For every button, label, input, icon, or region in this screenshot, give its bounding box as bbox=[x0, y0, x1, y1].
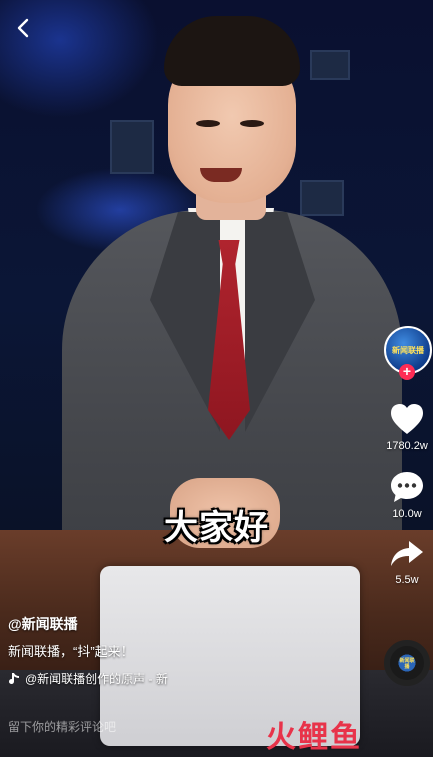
follow-button[interactable]: + bbox=[399, 364, 415, 380]
post-caption: 新闻联播，“抖”起来！ bbox=[8, 644, 134, 659]
anchor-eye bbox=[240, 120, 264, 127]
watermark-char: 鲤 bbox=[298, 720, 328, 755]
watermark-char: 鱼 bbox=[330, 720, 360, 755]
video-subtitle: 大家好 bbox=[164, 509, 269, 547]
music-info[interactable]: @新闻联播创作的原声 - 新 bbox=[8, 670, 168, 687]
watermark-logo: 火 鲤 鱼 bbox=[266, 712, 360, 756]
watermark-char: 火 bbox=[266, 720, 296, 755]
heart-icon bbox=[391, 404, 423, 434]
comment-input[interactable]: 留下你的精彩评论吧 bbox=[8, 718, 116, 735]
author-avatar[interactable]: 新闻联播 + bbox=[384, 326, 432, 380]
share-icon bbox=[391, 541, 423, 566]
studio-monitor bbox=[110, 120, 154, 174]
action-rail: 新闻联播 + 1780.2w 10.0w 5.5w bbox=[380, 326, 433, 586]
author-name[interactable]: @新闻联播 bbox=[8, 614, 78, 634]
anchor-hair bbox=[164, 16, 300, 86]
disc-logo: 新闻联播 bbox=[399, 658, 415, 670]
share-count: 5.5w bbox=[395, 574, 419, 586]
like-count: 1780.2w bbox=[386, 440, 428, 452]
back-button[interactable] bbox=[10, 14, 38, 42]
music-disc-button[interactable]: 新闻联播 bbox=[384, 640, 430, 686]
studio-monitor bbox=[300, 180, 344, 216]
comment-count: 10.0w bbox=[392, 508, 422, 520]
chevron-left-icon bbox=[17, 18, 29, 38]
studio-monitor bbox=[310, 50, 350, 80]
share-button[interactable]: 5.5w bbox=[380, 538, 433, 586]
music-note-icon bbox=[9, 672, 19, 684]
music-title: @新闻联播创作的原声 - 新 bbox=[25, 672, 168, 686]
like-button[interactable]: 1780.2w bbox=[380, 402, 433, 452]
anchor-eye bbox=[196, 120, 220, 127]
comment-icon bbox=[391, 472, 423, 502]
comment-button[interactable]: 10.0w bbox=[380, 470, 433, 520]
